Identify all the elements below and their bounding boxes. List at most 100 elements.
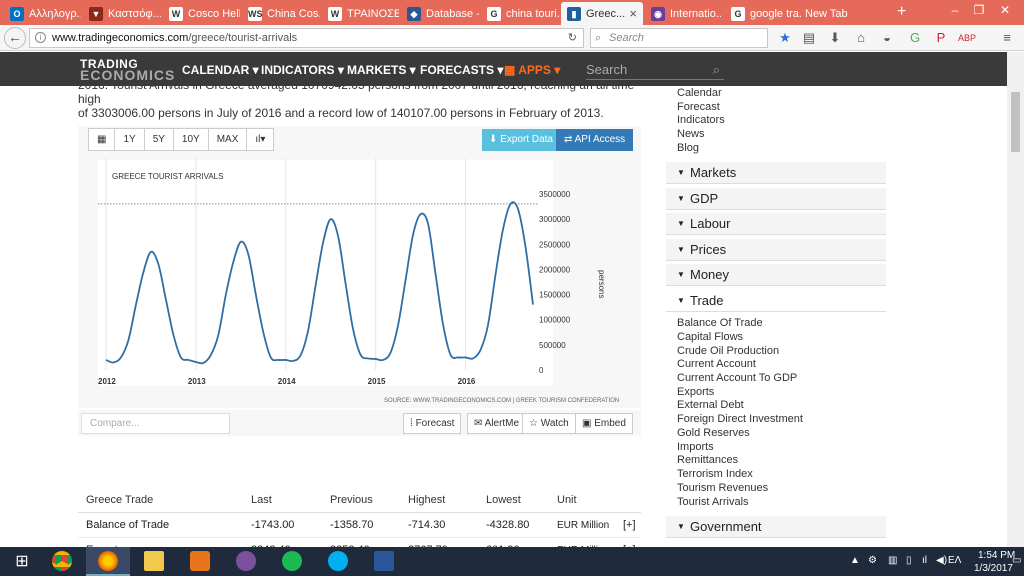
- sidebar-link-blog[interactable]: Blog: [677, 142, 699, 154]
- browser-tab[interactable]: ▮ Greec... ×: [561, 2, 643, 25]
- notifications-icon[interactable]: ▭: [1012, 555, 1021, 566]
- reading-list-icon[interactable]: ▤: [800, 29, 818, 47]
- tray-date[interactable]: 1/3/2017: [974, 563, 1013, 574]
- tray-chevron-icon[interactable]: ▲: [850, 555, 860, 566]
- sidebar-link-remittances[interactable]: Remittances: [677, 454, 738, 466]
- menu-calendar[interactable]: CALENDAR ▾: [182, 63, 259, 77]
- calendar-button[interactable]: ▦: [88, 128, 116, 151]
- menu-forecasts[interactable]: FORECASTS ▾: [420, 63, 503, 77]
- table-row[interactable]: Balance of Trade -1743.00 -1358.70 -714.…: [78, 513, 641, 538]
- embed-button[interactable]: ▣ Embed: [575, 413, 633, 434]
- spotify-icon[interactable]: [270, 547, 314, 576]
- tray-app-icon[interactable]: ⚙: [868, 555, 877, 566]
- row-name[interactable]: Exports: [86, 538, 123, 547]
- browser-tab[interactable]: Ggoogle tra...: [725, 2, 803, 25]
- chrome-icon[interactable]: [40, 547, 84, 576]
- sidebar-link-current-account[interactable]: Current Account: [677, 358, 756, 370]
- word-icon[interactable]: [362, 547, 406, 576]
- info-icon[interactable]: i: [35, 32, 46, 43]
- browser-tab[interactable]: New Tab: [805, 2, 883, 25]
- range-max-button[interactable]: MAX: [207, 128, 248, 151]
- range-1y-button[interactable]: 1Y: [114, 128, 145, 151]
- search-icon[interactable]: ⌕: [713, 60, 720, 80]
- export-data-button[interactable]: ⬇ Export Data: [482, 129, 560, 151]
- page-scrollbar[interactable]: [1007, 52, 1024, 547]
- compare-input[interactable]: Compare...: [81, 413, 230, 434]
- minimize-button[interactable]: –: [944, 0, 966, 22]
- browser-tab[interactable]: ▼ Καστσόφ...: [83, 2, 161, 25]
- browser-tab[interactable]: W ΤΡΑΙΝΟΣΕ...: [322, 2, 399, 25]
- sidebar-link-calendar[interactable]: Calendar: [677, 87, 722, 99]
- browser-search-input[interactable]: ⌕ Search: [590, 28, 768, 48]
- firefox-icon[interactable]: [86, 547, 130, 576]
- scrollbar-thumb[interactable]: [1011, 92, 1020, 152]
- chart-type-button[interactable]: ıl▾: [246, 128, 275, 151]
- forecast-button[interactable]: ⁞ Forecast: [403, 413, 462, 434]
- sidebar-link-exports[interactable]: Exports: [677, 386, 714, 398]
- home-icon[interactable]: ⌂: [852, 29, 870, 47]
- close-tab-icon[interactable]: ×: [629, 6, 637, 21]
- close-window-button[interactable]: ✕: [994, 0, 1016, 22]
- api-access-button[interactable]: ⇄ API Access: [556, 129, 634, 151]
- tray-language[interactable]: ΕΛ: [948, 555, 961, 566]
- sidebar-link-gold-reserves[interactable]: Gold Reserves: [677, 427, 750, 439]
- menu-markets[interactable]: MARKETS ▾: [347, 63, 416, 77]
- browser-tab[interactable]: ◆ Database -...: [401, 2, 479, 25]
- row-name[interactable]: Balance of Trade: [86, 513, 169, 538]
- sidebar-link-tourist-arrivals[interactable]: Tourist Arrivals: [677, 496, 749, 508]
- browser-tab[interactable]: Gchina touri...: [481, 2, 559, 25]
- sidebar-link-imports[interactable]: Imports: [677, 441, 714, 453]
- table-row[interactable]: Exports 2343.40 2358.40 2767.70 601.90 E…: [78, 538, 641, 547]
- sidebar-link-current-account-to-gdp[interactable]: Current Account To GDP: [677, 372, 797, 384]
- tray-time[interactable]: 1:54 PM: [978, 550, 1015, 561]
- site-logo[interactable]: TRADING ECONOMICS: [80, 58, 175, 82]
- viber-icon[interactable]: [224, 547, 268, 576]
- menu-indicators[interactable]: INDICATORS ▾: [261, 63, 344, 77]
- sidebar-link-crude-oil-production[interactable]: Crude Oil Production: [677, 345, 779, 357]
- tray-network-icon[interactable]: ▥: [888, 555, 897, 566]
- menu-apps[interactable]: ▦ APPS ▾: [504, 63, 560, 77]
- sidebar-section-labour[interactable]: ▼ Labour: [666, 213, 886, 235]
- sidebar-section-money[interactable]: ▼ Money: [666, 264, 886, 286]
- sidebar-link-news[interactable]: News: [677, 128, 705, 140]
- browser-tab[interactable]: WS China Cos...: [242, 2, 320, 25]
- sidebar-link-foreign-direct-investment[interactable]: Foreign Direct Investment: [677, 413, 803, 425]
- tray-wifi-icon[interactable]: ıl: [922, 555, 927, 566]
- sidebar-link-tourism-revenues[interactable]: Tourism Revenues: [677, 482, 768, 494]
- browser-tab[interactable]: O Αλληλογρ...: [4, 2, 81, 25]
- alert-me-button[interactable]: ✉ AlertMe: [467, 413, 527, 434]
- sidebar-section-markets[interactable]: ▼ Markets: [666, 162, 886, 184]
- row-expand-button[interactable]: [+]: [623, 513, 636, 538]
- windows-start-icon[interactable]: ⊞: [0, 547, 44, 576]
- file-explorer-icon[interactable]: [132, 547, 176, 576]
- sidebar-link-external-debt[interactable]: External Debt: [677, 399, 744, 411]
- range-5y-button[interactable]: 5Y: [143, 128, 174, 151]
- site-search-input[interactable]: Search ⌕: [586, 60, 724, 80]
- menu-icon[interactable]: ≡: [998, 29, 1016, 47]
- url-bar[interactable]: i www.tradingeconomics.com/greece/touris…: [29, 28, 584, 48]
- tray-volume-icon[interactable]: ◀): [936, 555, 947, 566]
- row-expand-button[interactable]: [+]: [623, 538, 636, 547]
- sidebar-link-indicators[interactable]: Indicators: [677, 114, 725, 126]
- sidebar-section-government[interactable]: ▼ Government: [666, 516, 886, 538]
- bookmark-star-icon[interactable]: ★: [776, 29, 794, 47]
- download-icon[interactable]: ⬇: [826, 29, 844, 47]
- skype-icon[interactable]: [316, 547, 360, 576]
- tray-battery-icon[interactable]: ▯: [906, 555, 912, 566]
- sidebar-link-balance-of-trade[interactable]: Balance Of Trade: [677, 317, 763, 329]
- range-10y-button[interactable]: 10Y: [172, 128, 209, 151]
- new-tab-button[interactable]: +: [897, 3, 906, 21]
- back-button[interactable]: ←: [4, 27, 26, 49]
- sidebar-link-capital-flows[interactable]: Capital Flows: [677, 331, 743, 343]
- sidebar-link-terrorism-index[interactable]: Terrorism Index: [677, 468, 753, 480]
- pocket-icon[interactable]: ◒: [878, 29, 896, 47]
- pinterest-icon[interactable]: P: [932, 29, 950, 47]
- sidebar-section-trade[interactable]: ▼ Trade: [666, 290, 886, 312]
- browser-tab[interactable]: ◉ Internatio...: [645, 2, 723, 25]
- watch-button[interactable]: ☆ Watch: [522, 413, 576, 434]
- sidebar-section-gdp[interactable]: ▼ GDP: [666, 188, 886, 210]
- maximize-button[interactable]: ❐: [968, 0, 990, 22]
- sidebar-section-prices[interactable]: ▼ Prices: [666, 239, 886, 261]
- adblock-icon[interactable]: ABP: [958, 29, 976, 47]
- reload-icon[interactable]: ↻: [568, 29, 577, 47]
